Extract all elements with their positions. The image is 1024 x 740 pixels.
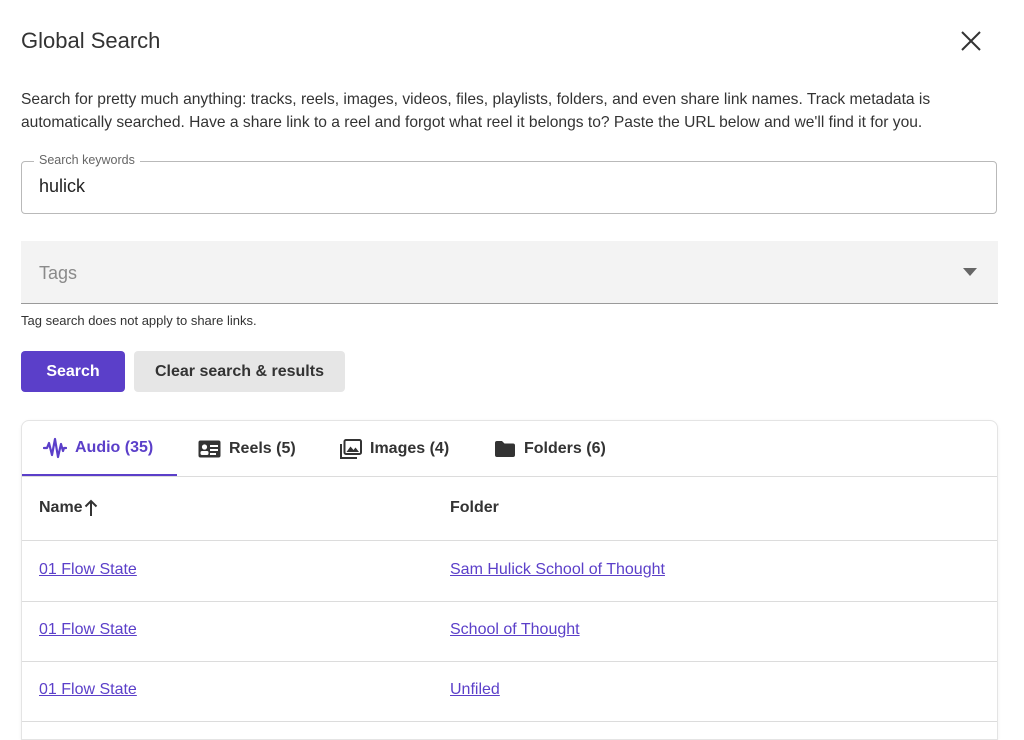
dialog-description: Search for pretty much anything: tracks,… [21,91,931,131]
folder-link[interactable]: Sam Hulick School of Thought [450,561,665,579]
folder-link[interactable]: Unfiled [450,681,500,699]
column-header-name-label: Name [39,499,83,516]
waveform-icon [43,437,67,458]
tags-helper-text: Tag search does not apply to share links… [21,313,257,328]
tab-reels[interactable]: Reels (5) [198,421,296,476]
track-name-link[interactable]: 01 Flow State [39,681,137,699]
track-name-link[interactable]: 01 Flow State [39,621,137,639]
tab-images-label: Images (4) [370,439,450,457]
search-keywords-field[interactable]: Search keywords [21,153,997,214]
folder-link[interactable]: School of Thought [450,621,580,639]
tab-audio[interactable]: Audio (35) [22,421,177,476]
tab-folders-label: Folders (6) [524,439,606,457]
column-header-name[interactable]: Name [39,499,98,517]
column-header-folder[interactable]: Folder [450,499,499,517]
search-keywords-label: Search keywords [34,153,140,167]
tab-images[interactable]: Images (4) [340,421,449,476]
results-tabs: Audio (35) Reels (5) Images (4) Folders … [22,421,997,477]
clear-search-button[interactable]: Clear search & results [134,351,345,392]
tab-audio-label: Audio (35) [75,438,154,456]
sort-arrow-up-icon [84,499,97,516]
results-panel: Audio (35) Reels (5) Images (4) Folders … [21,420,998,740]
tags-placeholder: Tags [39,263,78,283]
tags-select[interactable]: Tags [21,241,998,304]
images-icon [340,438,362,459]
table-row: 01 Flow State Sam Hulick School of Thoug… [22,541,997,602]
search-keywords-input[interactable] [39,176,939,197]
dialog-title: Global Search [21,28,161,53]
track-name-link[interactable]: 01 Flow State [39,561,137,579]
table-row: 01 Flow State School of Thought [22,601,997,662]
caret-down-icon [963,268,977,276]
tab-reels-label: Reels (5) [229,439,296,457]
folder-icon [495,440,515,457]
tab-folders[interactable]: Folders (6) [494,421,606,476]
close-button[interactable] [957,27,985,55]
reel-card-icon [198,440,221,457]
search-button[interactable]: Search [21,351,125,392]
close-icon [961,31,981,51]
column-header-folder-label: Folder [450,499,499,516]
table-row: 01 Flow State Unfiled [22,661,997,722]
